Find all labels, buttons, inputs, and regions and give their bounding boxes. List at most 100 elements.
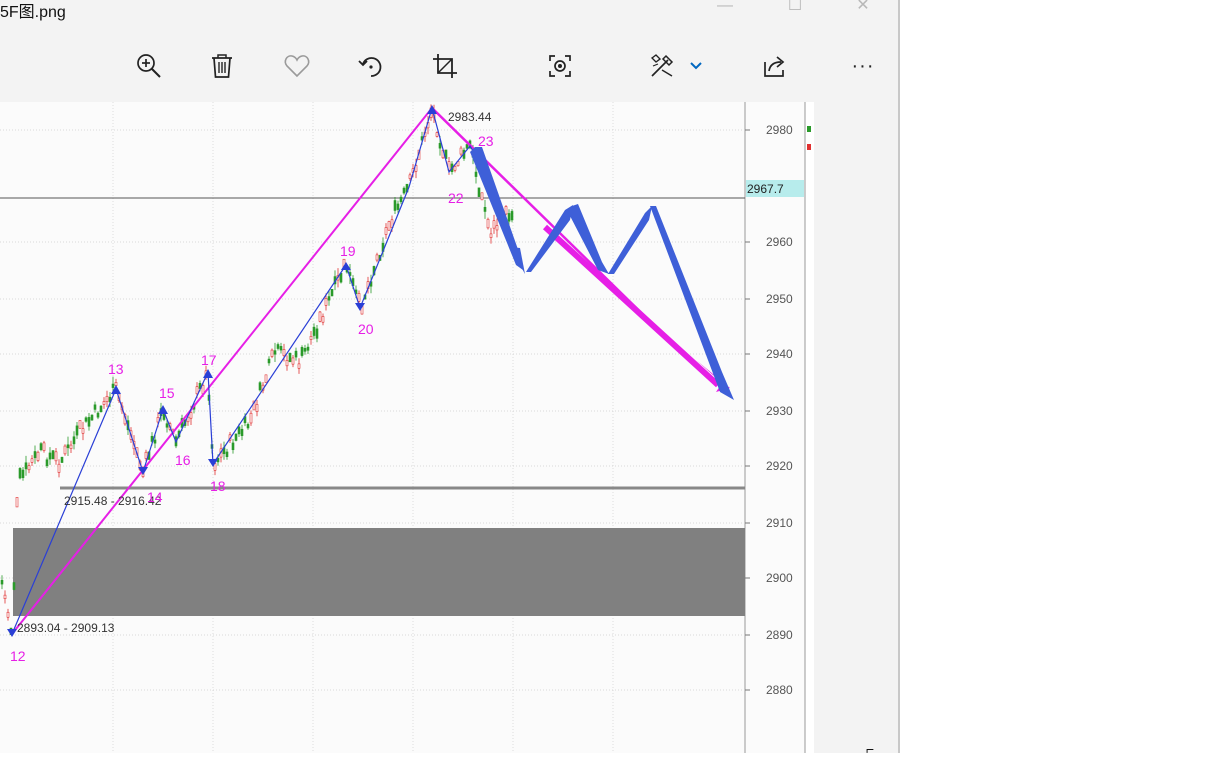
candle-body bbox=[144, 451, 148, 459]
candle-body bbox=[483, 206, 487, 212]
candle-body bbox=[225, 451, 229, 457]
price-label: 2880 bbox=[766, 683, 793, 697]
candle-body bbox=[495, 225, 499, 231]
candle-body bbox=[459, 147, 463, 155]
price-label: 2920 bbox=[766, 459, 793, 473]
candle-body bbox=[153, 439, 157, 444]
maximize-button[interactable]: ☐ bbox=[772, 0, 818, 20]
candle-body bbox=[492, 220, 496, 229]
candle-body bbox=[237, 426, 241, 435]
candle-body bbox=[57, 463, 61, 473]
candle-body bbox=[309, 336, 313, 340]
wave-label: 22 bbox=[448, 190, 464, 206]
edit-dropdown-button[interactable] bbox=[678, 48, 714, 84]
candle-body bbox=[249, 412, 253, 424]
candle-body bbox=[102, 401, 106, 405]
candle-body bbox=[30, 458, 34, 463]
candle-body bbox=[330, 288, 334, 297]
rotate-icon bbox=[358, 57, 382, 77]
side-panel-marker-red bbox=[807, 144, 811, 150]
candle-body bbox=[54, 451, 58, 462]
price-axis bbox=[745, 102, 805, 753]
wave-label: 15 bbox=[159, 385, 175, 401]
wave-label: 13 bbox=[108, 361, 124, 377]
candle-body bbox=[357, 293, 361, 302]
candle-body bbox=[6, 611, 10, 618]
candle-body bbox=[453, 166, 457, 171]
wave-label: 19 bbox=[340, 243, 356, 259]
candle-body bbox=[303, 348, 307, 352]
candle-body bbox=[48, 452, 52, 460]
minimize-button[interactable]: — bbox=[702, 0, 748, 20]
candle-body bbox=[75, 425, 79, 436]
zoom-in-button[interactable] bbox=[131, 48, 167, 84]
candle-body bbox=[294, 350, 298, 358]
close-button[interactable]: ✕ bbox=[840, 0, 886, 20]
chevron-down-icon bbox=[690, 62, 702, 70]
candle-body bbox=[327, 296, 331, 301]
candle-body bbox=[195, 386, 199, 395]
candle-body bbox=[399, 196, 403, 203]
candle-body bbox=[246, 424, 250, 429]
side-panel-marker-green bbox=[807, 126, 811, 132]
candle-body bbox=[477, 187, 481, 197]
favorite-button[interactable] bbox=[279, 48, 315, 84]
candle-body bbox=[36, 451, 40, 461]
candle-body bbox=[105, 395, 109, 402]
rotate-button[interactable] bbox=[353, 48, 389, 84]
candle-body bbox=[318, 311, 322, 322]
price-label: 2900 bbox=[766, 571, 793, 585]
image-canvas: 2980 2960 2950 2940 2930 2920 2910 2900 … bbox=[0, 102, 898, 753]
edit-button[interactable] bbox=[644, 48, 680, 84]
candle-body bbox=[69, 444, 73, 449]
candle-body bbox=[90, 414, 94, 421]
candle-body bbox=[51, 450, 55, 460]
candle-body bbox=[39, 443, 43, 451]
title-bar: 5F图.png — ☐ ✕ bbox=[0, 0, 898, 28]
candle-body bbox=[438, 143, 442, 149]
candle-body bbox=[486, 218, 490, 229]
price-label: 2910 bbox=[766, 516, 793, 530]
candle-body bbox=[72, 436, 76, 445]
candle-body bbox=[15, 497, 19, 508]
crop-button[interactable] bbox=[427, 48, 463, 84]
share-button[interactable] bbox=[757, 48, 793, 84]
candle-body bbox=[93, 404, 97, 410]
price-label: 2950 bbox=[766, 292, 793, 306]
candle-body bbox=[264, 374, 268, 383]
candle-body bbox=[276, 344, 280, 349]
chart-image: 2980 2960 2950 2940 2930 2920 2910 2900 … bbox=[0, 102, 814, 753]
candle-body bbox=[480, 192, 484, 201]
window-border bbox=[898, 0, 900, 753]
price-label: 2960 bbox=[766, 235, 793, 249]
candle-body bbox=[408, 174, 412, 179]
delete-button[interactable] bbox=[204, 48, 240, 84]
wave-label: 23 bbox=[478, 133, 494, 149]
candle-body bbox=[81, 428, 85, 434]
wave-label: 20 bbox=[358, 321, 374, 337]
more-button[interactable]: ··· bbox=[845, 48, 881, 84]
candle-body bbox=[387, 221, 391, 231]
candle-body bbox=[489, 233, 493, 238]
toolbar: ··· bbox=[0, 28, 898, 102]
candle-body bbox=[87, 417, 91, 427]
candle-body bbox=[306, 346, 310, 351]
candle-body bbox=[21, 469, 25, 479]
candle-body bbox=[321, 316, 325, 323]
candle-body bbox=[189, 412, 193, 419]
candle-body bbox=[165, 423, 169, 428]
delete-icon bbox=[212, 54, 232, 78]
candle-body bbox=[510, 211, 514, 221]
candle-body bbox=[375, 254, 379, 261]
crop-icon bbox=[433, 54, 457, 78]
candle-body bbox=[240, 428, 244, 436]
wave-label: 14 bbox=[147, 489, 163, 505]
price-label: 2980 bbox=[766, 123, 793, 137]
visual-lookup-icon bbox=[549, 55, 571, 77]
candle-body bbox=[285, 360, 289, 367]
candle-body bbox=[231, 442, 235, 451]
range-lower-label: 2893.04 - 2909.13 bbox=[17, 621, 115, 635]
visual-lookup-button[interactable] bbox=[542, 48, 578, 84]
candle-body bbox=[33, 451, 37, 459]
candle-body bbox=[267, 358, 271, 364]
